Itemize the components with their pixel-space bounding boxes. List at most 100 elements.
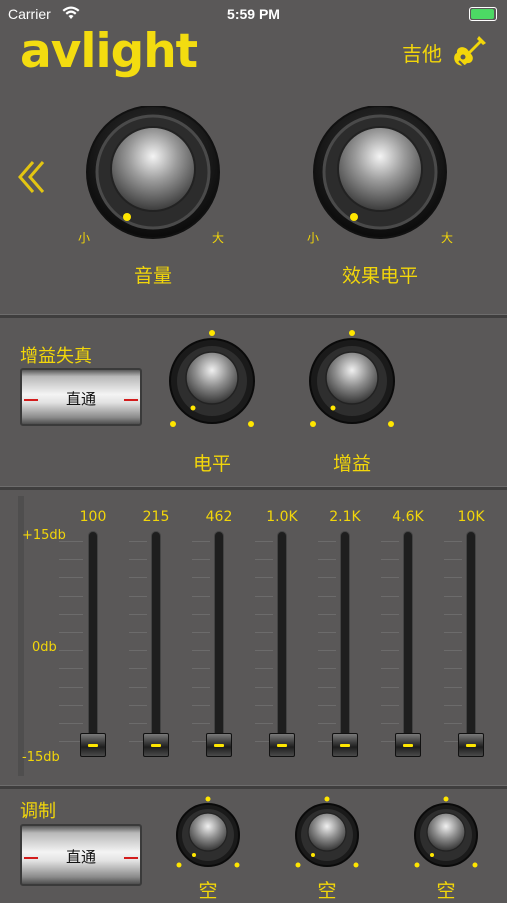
equalizer-panel (0, 490, 507, 780)
eq-grid-tick (129, 614, 147, 615)
modulation-knob-label: 空 (198, 880, 218, 902)
modulation-knob[interactable] (291, 795, 363, 875)
db-bottom-label: -15db (22, 750, 60, 765)
eq-grid-tick (444, 650, 462, 651)
eq-grid-tick (192, 668, 210, 669)
eq-slider-track[interactable] (340, 531, 350, 757)
distortion-level-label: 电平 (192, 453, 231, 475)
eq-grid-tick (192, 687, 210, 688)
eq-grid-tick (255, 668, 273, 669)
db-mid-label: 0db (32, 640, 57, 655)
battery-icon (469, 7, 497, 21)
modulation-knob[interactable] (172, 795, 244, 875)
eq-band-label: 1.0K (266, 509, 298, 525)
eq-grid-tick (255, 687, 273, 688)
effect-level-min-label: 小 (307, 231, 320, 245)
eq-grid-tick (381, 577, 399, 578)
chevron-left-icon[interactable] (15, 157, 49, 197)
status-time: 5:59 PM (227, 6, 280, 22)
eq-slider-track[interactable] (403, 531, 413, 757)
effect-level-max-label: 大 (441, 231, 454, 245)
volume-max-label: 大 (212, 231, 225, 245)
eq-grid-tick (192, 705, 210, 706)
volume-label: 音量 (133, 265, 172, 287)
distortion-bypass-toggle[interactable]: 直通 (20, 368, 142, 426)
eq-grid-tick (381, 541, 399, 542)
eq-grid-tick (192, 577, 210, 578)
eq-grid-tick (255, 614, 273, 615)
eq-grid-tick (444, 614, 462, 615)
eq-grid-tick (129, 668, 147, 669)
eq-grid-tick (129, 632, 147, 633)
modulation-toggle-label: 直通 (65, 848, 96, 866)
eq-grid-tick (255, 541, 273, 542)
eq-slider-thumb[interactable] (458, 733, 484, 757)
distortion-toggle-label: 直通 (65, 390, 96, 408)
eq-grid-tick (192, 650, 210, 651)
eq-grid-tick (255, 650, 273, 651)
eq-grid-tick (59, 687, 83, 688)
eq-grid-tick (318, 705, 336, 706)
volume-knob[interactable] (84, 105, 222, 244)
eq-grid-tick (318, 559, 336, 560)
eq-grid-tick (129, 559, 147, 560)
eq-grid-tick (59, 668, 83, 669)
eq-grid-tick (444, 723, 462, 724)
eq-slider-thumb[interactable] (269, 733, 295, 757)
eq-slider-track[interactable] (466, 531, 476, 757)
eq-band-label: 215 (142, 509, 170, 525)
eq-grid-tick (59, 577, 83, 578)
eq-grid-tick (444, 596, 462, 597)
modulation-bypass-toggle[interactable]: 直通 (20, 824, 142, 886)
eq-grid-tick (381, 723, 399, 724)
eq-grid-tick (129, 577, 147, 578)
eq-slider-track[interactable] (214, 531, 224, 757)
eq-grid-tick (59, 596, 83, 597)
eq-slider-track[interactable] (151, 531, 161, 757)
eq-band-label: 2.1K (329, 509, 361, 525)
eq-grid-tick (381, 632, 399, 633)
eq-grid-tick (59, 614, 83, 615)
eq-band-label: 462 (205, 509, 233, 525)
eq-grid-tick (59, 650, 83, 651)
eq-grid-tick (59, 723, 83, 724)
eq-grid-tick (318, 596, 336, 597)
eq-grid-tick (129, 687, 147, 688)
eq-grid-tick (255, 632, 273, 633)
eq-slider-track[interactable] (277, 531, 287, 757)
modulation-title: 调制 (20, 801, 56, 822)
section-divider (0, 314, 507, 318)
eq-grid-tick (255, 723, 273, 724)
app-logo: avlight (20, 24, 198, 79)
eq-grid-tick (192, 723, 210, 724)
eq-grid-tick (381, 559, 399, 560)
eq-slider-thumb[interactable] (332, 733, 358, 757)
eq-grid-tick (381, 687, 399, 688)
eq-slider-thumb[interactable] (395, 733, 421, 757)
eq-grid-tick (318, 687, 336, 688)
eq-band-label: 10K (457, 509, 485, 525)
eq-slider-thumb[interactable] (80, 733, 106, 757)
eq-slider-thumb[interactable] (143, 733, 169, 757)
effect-level-knob[interactable] (311, 105, 449, 244)
distortion-title: 增益失真 (20, 346, 92, 367)
instrument-mode-label[interactable]: 吉他 (402, 38, 442, 67)
eq-grid-tick (192, 614, 210, 615)
distortion-gain-knob[interactable] (304, 328, 400, 428)
eq-slider-track[interactable] (88, 531, 98, 757)
distortion-gain-label: 增益 (332, 453, 371, 475)
eq-grid-tick (444, 559, 462, 560)
eq-grid-tick (381, 650, 399, 651)
eq-grid-tick (318, 577, 336, 578)
eq-grid-tick (129, 541, 147, 542)
eq-grid-tick (255, 577, 273, 578)
volume-min-label: 小 (78, 231, 91, 245)
eq-grid-tick (59, 632, 83, 633)
eq-slider-thumb[interactable] (206, 733, 232, 757)
eq-grid-tick (192, 596, 210, 597)
guitar-icon[interactable] (450, 32, 490, 72)
eq-grid-tick (381, 668, 399, 669)
eq-grid-tick (318, 614, 336, 615)
distortion-level-knob[interactable] (164, 328, 260, 428)
modulation-knob[interactable] (410, 795, 482, 875)
